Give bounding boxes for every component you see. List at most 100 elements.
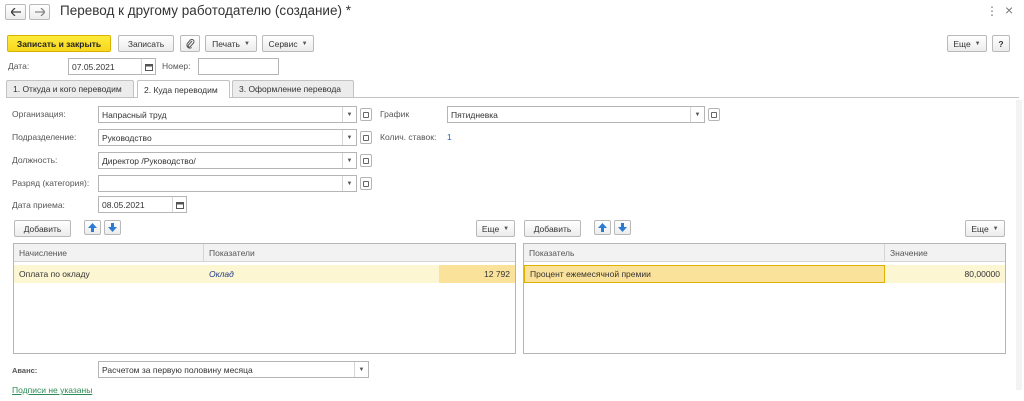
calendar-icon[interactable] [141,59,155,74]
help-label: ? [998,38,1004,49]
tab-to[interactable]: 2. Куда переводим [137,80,230,98]
schedule-label: График [380,109,410,119]
chevron-down-icon: ▼ [992,225,999,232]
number-field[interactable] [198,58,279,75]
schedule-field[interactable]: Пятидневка ▼ [447,106,705,123]
dept-value: Руководство [102,132,152,143]
right-move-down-button[interactable] [614,220,631,235]
column-header[interactable]: Начисление [14,244,204,262]
tab-registration-label: 3. Оформление перевода [239,84,342,94]
back-button[interactable] [5,4,26,20]
table-header: Показатель Значение [524,244,1005,262]
number-label: Номер: [162,61,191,71]
dept-field[interactable]: Руководство ▼ [98,129,357,146]
grade-open-button[interactable] [360,177,372,190]
tab-to-label: 2. Куда переводим [144,84,218,95]
org-value: Напрасный труд [102,109,167,120]
hire-date-field[interactable]: 08.05.2021 [98,196,187,213]
table-header: Начисление Показатели [14,244,515,262]
schedule-open-button[interactable] [708,108,720,121]
position-field[interactable]: Директор /Руководство/ ▼ [98,152,357,169]
scrollbar[interactable] [1016,100,1022,390]
amount-cell: 12 792 [439,265,515,283]
print-button[interactable]: Печать ▼ [205,35,257,52]
arrow-down-icon [618,223,627,232]
chevron-down-icon[interactable]: ▼ [342,130,356,145]
forward-button[interactable] [29,4,50,20]
service-button[interactable]: Сервис ▼ [262,35,314,52]
chevron-down-icon[interactable]: ▼ [342,107,356,122]
org-open-button[interactable] [360,108,372,121]
right-add-button[interactable]: Добавить [524,220,581,237]
grade-label: Разряд (категория): [12,178,90,188]
service-label: Сервис [268,38,298,49]
date-label: Дата: [8,61,30,71]
org-label: Организация: [12,109,66,119]
date-field[interactable]: 07.05.2021 [68,58,156,75]
accrual-cell: Оплата по окладу [19,269,90,279]
position-label: Должность: [12,155,58,165]
save-close-label: Записать и закрыть [16,38,102,49]
arrow-up-icon [598,223,607,232]
tab-registration[interactable]: 3. Оформление перевода [232,80,354,97]
accruals-table[interactable]: Начисление Показатели Оплата по окладу О… [13,243,516,354]
left-move-up-button[interactable] [84,220,101,235]
chevron-down-icon: ▼ [243,40,250,47]
save-button[interactable]: Записать [118,35,174,52]
column-header[interactable]: Показатели [204,244,515,262]
chevron-down-icon[interactable]: ▼ [342,153,356,168]
more-button[interactable]: Еще ▼ [947,35,987,52]
signatures-link[interactable]: Подписи не указаны [12,385,92,395]
arrow-left-icon [10,8,21,16]
hire-date-value: 08.05.2021 [102,199,145,210]
org-field[interactable]: Напрасный труд ▼ [98,106,357,123]
rates-label: Колич. ставок: [380,132,437,142]
close-icon[interactable]: × [1005,2,1013,18]
menu-dots-icon[interactable]: ⋮ [986,4,998,18]
column-header[interactable]: Значение [885,244,1005,262]
chevron-down-icon[interactable]: ▼ [342,176,356,191]
save-label: Записать [127,38,165,49]
right-more-button[interactable]: Еще ▼ [965,220,1005,237]
arrow-up-icon [88,223,97,232]
more-label: Еще [953,38,971,49]
dept-label: Подразделение: [12,132,77,142]
window-title: Перевод к другому работодателю (создание… [60,3,351,18]
chevron-down-icon: ▼ [301,40,308,47]
left-move-down-button[interactable] [104,220,121,235]
advance-field[interactable]: Расчетом за первую половину месяца ▼ [98,361,369,378]
attach-button[interactable] [180,35,200,52]
position-open-button[interactable] [360,154,372,167]
dept-open-button[interactable] [360,131,372,144]
table-row[interactable]: Процент ежемесячной премии 80,00000 [524,265,1005,283]
open-icon [363,180,369,187]
left-add-button[interactable]: Добавить [14,220,71,237]
chevron-down-icon: ▼ [974,40,981,47]
right-move-up-button[interactable] [594,220,611,235]
open-icon [363,111,369,118]
calendar-icon[interactable] [172,197,186,212]
arrow-down-icon [108,223,117,232]
tab-from[interactable]: 1. Откуда и кого переводим [6,80,134,97]
advance-value: Расчетом за первую половину месяца [102,364,253,375]
table-row[interactable]: Оплата по окладу Оклад 12 792 [14,265,515,283]
print-label: Печать [212,38,240,49]
position-value: Директор /Руководство/ [102,155,196,166]
help-button[interactable]: ? [992,35,1010,52]
column-header[interactable]: Показатель [524,244,885,262]
arrow-right-icon [34,8,45,16]
schedule-value: Пятидневка [451,109,498,120]
chevron-down-icon: ▼ [503,225,510,232]
value-cell: 80,00000 [964,269,1000,279]
indicators-table[interactable]: Показатель Значение Процент ежемесячной … [523,243,1006,354]
save-close-button[interactable]: Записать и закрыть [7,35,111,52]
open-icon [363,134,369,141]
chevron-down-icon[interactable]: ▼ [690,107,704,122]
grade-field[interactable]: ▼ [98,175,357,192]
date-value: 07.05.2021 [72,61,115,72]
rates-link[interactable]: 1 [447,132,452,142]
indicator-cell: Процент ежемесячной премии [524,265,885,283]
left-more-button[interactable]: Еще ▼ [476,220,515,237]
chevron-down-icon[interactable]: ▼ [354,362,368,377]
left-add-label: Добавить [23,223,62,234]
